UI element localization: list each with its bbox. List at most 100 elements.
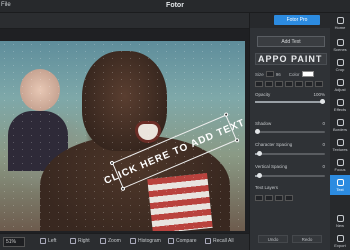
borders-icon	[336, 118, 344, 126]
sidebar-item-scenes[interactable]: Scenes	[330, 35, 350, 55]
sidebar-item-label: Focus	[334, 166, 346, 172]
sidebar-item-label: Crop	[335, 66, 345, 72]
resize-handle-top-left[interactable]	[109, 160, 115, 166]
opacity-slider[interactable]	[255, 99, 325, 104]
canvas-area[interactable]: CLICK HERE TO ADD TEXT	[0, 29, 249, 233]
opacity-label: Opacity	[255, 92, 271, 97]
opacity-value: 100%	[313, 92, 325, 97]
text-layers-label: Text Layers	[255, 185, 279, 190]
zoom-button[interactable]: Zoom	[100, 238, 121, 244]
panel-header: Fotor Pro	[250, 13, 331, 28]
color-swatch[interactable]	[301, 71, 314, 77]
sidebar-item-label: Scenes	[333, 46, 347, 52]
sidebar-item-effects[interactable]: Effects	[330, 95, 350, 115]
close-button[interactable]	[336, 1, 348, 11]
adjust-icon	[336, 78, 344, 86]
shadow-slider-knob[interactable]	[255, 129, 260, 134]
zoom-label: Zoom	[108, 238, 121, 244]
scenes-icon	[336, 38, 344, 46]
redo-button[interactable]: Redo	[292, 235, 322, 243]
size-label: Size	[255, 71, 264, 77]
sidebar-item-label: Export	[334, 242, 346, 248]
add-text-button[interactable]: Add Text	[257, 36, 325, 47]
justify-button[interactable]	[315, 81, 323, 87]
export-icon	[336, 234, 344, 242]
size-value: 96	[275, 71, 281, 77]
minimize-button[interactable]	[310, 1, 322, 11]
home-icon	[336, 16, 344, 24]
compare-label: Compare	[176, 238, 197, 244]
zoom-select[interactable]: 51%	[3, 237, 25, 247]
sidebar-item-text[interactable]: Text	[330, 175, 350, 195]
shadow-slider[interactable]	[255, 129, 325, 134]
layer-bottom-button[interactable]	[285, 195, 293, 201]
undo-button[interactable]: Undo	[258, 235, 288, 243]
compare-icon	[168, 238, 174, 244]
sidebar-item-focus[interactable]: Focus	[330, 155, 350, 175]
histogram-button[interactable]: Histogram	[130, 238, 161, 244]
top-toolbar	[0, 13, 249, 29]
compare-button[interactable]: Compare	[168, 238, 197, 244]
layer-down-button[interactable]	[265, 195, 273, 201]
shadow-value: 0	[322, 121, 325, 126]
layer-top-button[interactable]	[275, 195, 283, 201]
fotor-pro-button[interactable]: Fotor Pro	[274, 15, 320, 25]
rotate-left-button[interactable]: Left	[40, 238, 56, 244]
sidebar-item-new[interactable]: New	[330, 211, 350, 231]
layer-up-button[interactable]	[255, 195, 263, 201]
align-left-button[interactable]	[285, 81, 293, 87]
vertical-spacing-value: 0	[322, 164, 325, 169]
vertical-spacing-label: Vertical Spacing	[255, 164, 288, 169]
effects-icon	[336, 98, 344, 106]
vertical-spacing-slider[interactable]	[255, 173, 325, 178]
new-icon	[336, 214, 344, 222]
sidebar-item-adjust[interactable]: Adjust	[330, 75, 350, 95]
zoom-icon	[100, 238, 106, 244]
sidebar-item-label: Text	[336, 186, 344, 192]
text-panel: Fotor Pro Add Text APPO PAINT Size 96 Co…	[249, 13, 331, 250]
font-select[interactable]: APPO PAINT	[255, 53, 327, 65]
sidebar-item-label: New	[335, 222, 344, 228]
maximize-button[interactable]	[323, 1, 335, 11]
sidebar-item-borders[interactable]: Borders	[330, 115, 350, 135]
size-input[interactable]	[265, 71, 274, 77]
vertical-spacing-slider-knob[interactable]	[256, 173, 262, 178]
character-spacing-value: 0	[322, 142, 325, 147]
recall-all-label: Recall All	[213, 238, 234, 244]
underline-button[interactable]	[275, 81, 283, 87]
recall-all-button[interactable]: Recall All	[205, 238, 234, 244]
title-bar: File Fotor	[0, 0, 350, 13]
sidebar-item-label: Effects	[333, 106, 347, 112]
textures-icon	[336, 138, 344, 146]
italic-button[interactable]	[265, 81, 273, 87]
sidebar-item-export[interactable]: Export	[330, 231, 350, 250]
character-spacing-slider[interactable]	[255, 151, 325, 156]
sidebar-item-crop[interactable]: Crop	[330, 55, 350, 75]
rotate-right-label: Right	[78, 238, 90, 244]
character-spacing-slider-knob[interactable]	[256, 151, 262, 156]
histogram-icon	[130, 238, 136, 244]
sidebar-item-label: Borders	[332, 126, 347, 132]
crop-icon	[336, 58, 344, 66]
sidebar-item-home[interactable]: Home	[330, 13, 350, 33]
histogram-label: Histogram	[138, 238, 161, 244]
sidebar-item-label: Adjust	[334, 86, 346, 92]
rotate-right-icon	[70, 238, 76, 244]
recall-icon	[205, 238, 211, 244]
align-center-button[interactable]	[295, 81, 303, 87]
rotate-left-label: Left	[48, 238, 57, 244]
status-bar: 51% Left Right Zoom Histogram Compare Re…	[0, 233, 249, 250]
app-title: Fotor	[166, 2, 184, 9]
shadow-label: Shadow	[255, 121, 272, 126]
sidebar-item-label: Home	[334, 24, 346, 30]
sidebar-item-textures[interactable]: Textures	[330, 135, 350, 155]
tools-sidebar: Home Scenes Crop Adjust Effects Borders Textur…	[330, 13, 350, 250]
text-icon	[336, 178, 344, 186]
character-spacing-label: Character Spacing	[255, 142, 293, 147]
bold-button[interactable]	[255, 81, 263, 87]
rotate-right-button[interactable]: Right	[70, 238, 90, 244]
sidebar-item-label: Textures	[332, 146, 348, 152]
align-right-button[interactable]	[305, 81, 313, 87]
opacity-slider-knob[interactable]	[320, 99, 325, 104]
rotate-left-icon	[40, 238, 46, 244]
